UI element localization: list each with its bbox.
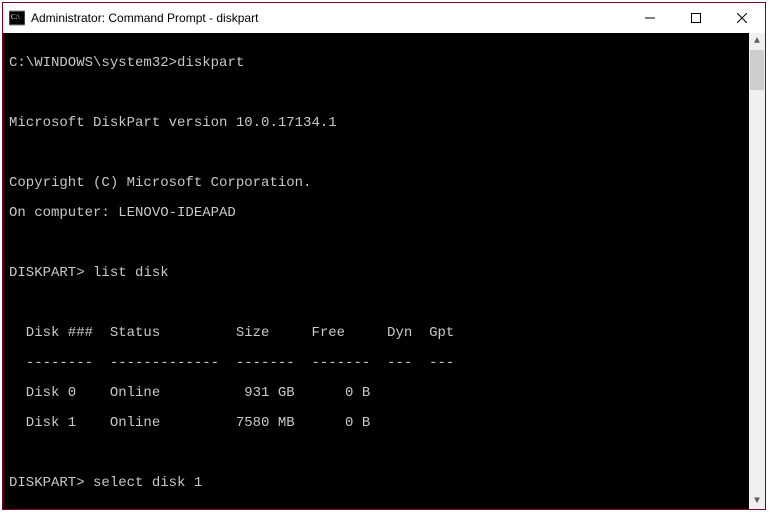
copyright-line: Copyright (C) Microsoft Corporation. [9, 176, 765, 191]
dp-prompt-line: DISKPART> select disk 1 [9, 476, 765, 491]
command-prompt-window: C:\ Administrator: Command Prompt - disk… [2, 2, 766, 510]
blank-line [9, 236, 765, 251]
close-button[interactable] [719, 3, 765, 33]
titlebar[interactable]: C:\ Administrator: Command Prompt - disk… [3, 3, 765, 33]
scrollbar-thumb[interactable] [750, 50, 764, 90]
dp-prompt: DISKPART> [9, 265, 85, 281]
cmd-icon: C:\ [9, 10, 25, 26]
window-controls [627, 3, 765, 33]
scroll-down-arrow-icon[interactable]: ▼ [749, 493, 765, 509]
computer-line: On computer: LENOVO-IDEAPAD [9, 206, 765, 221]
table-divider: -------- ------------- ------- ------- -… [9, 356, 765, 371]
version-line: Microsoft DiskPart version 10.0.17134.1 [9, 116, 765, 131]
table-row: Disk 1 Online 7580 MB 0 B [9, 416, 765, 431]
prompt-line: C:\WINDOWS\system32>diskpart [9, 56, 765, 71]
blank-line [9, 296, 765, 311]
scroll-up-arrow-icon[interactable]: ▲ [749, 33, 765, 49]
cmd-diskpart: diskpart [177, 55, 244, 71]
dp-prompt-line: DISKPART> list disk [9, 266, 765, 281]
dp-prompt: DISKPART> [9, 475, 85, 491]
svg-text:C:\: C:\ [11, 13, 20, 21]
terminal-area[interactable]: C:\WINDOWS\system32>diskpart Microsoft D… [3, 33, 765, 509]
blank-line [9, 146, 765, 161]
window-title: Administrator: Command Prompt - diskpart [31, 11, 258, 25]
cwd-prompt: C:\WINDOWS\system32> [9, 55, 177, 71]
blank-line [9, 446, 765, 461]
maximize-button[interactable] [673, 3, 719, 33]
blank-line [9, 506, 765, 509]
minimize-button[interactable] [627, 3, 673, 33]
table-row: Disk 0 Online 931 GB 0 B [9, 386, 765, 401]
vertical-scrollbar[interactable]: ▲ ▼ [749, 33, 765, 509]
table-header: Disk ### Status Size Free Dyn Gpt [9, 326, 765, 341]
cmd-select-disk: select disk 1 [93, 475, 202, 491]
cmd-list-disk: list disk [93, 265, 169, 281]
blank-line [9, 86, 765, 101]
